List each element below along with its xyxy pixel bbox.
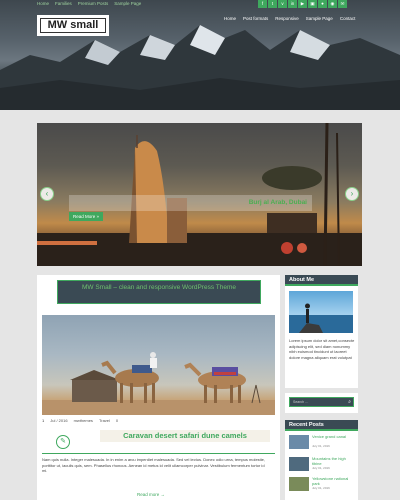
widget-title-about: About Me: [285, 275, 358, 286]
recent-date: July 01, 2016: [312, 486, 330, 490]
nav-responsive[interactable]: Responsive: [275, 16, 299, 21]
feed-icon[interactable]: ◉: [328, 0, 337, 8]
widget-about-me: About Me Lorem ipsum dolor sit amet,cons…: [285, 275, 358, 388]
slide-caption-text[interactable]: Burj al Arab, Dubai: [249, 199, 307, 206]
topnav-families[interactable]: Families: [55, 1, 72, 6]
slider-next-button[interactable]: ›: [345, 187, 359, 201]
flickr-icon[interactable]: ●: [318, 0, 327, 8]
nav-home[interactable]: Home: [224, 16, 236, 21]
recent-post-item[interactable]: Mountains the high tibine July 01, 2016: [289, 456, 356, 473]
about-text: Lorem ipsum dolor sit amet,consecte adip…: [289, 338, 355, 360]
recent-thumb: [289, 435, 309, 449]
post-read-more-link[interactable]: Read more →: [137, 492, 165, 497]
topnav-home[interactable]: Home: [37, 1, 49, 6]
site-logo[interactable]: MW small: [37, 15, 109, 36]
post-excerpt: Nam quis nulla. Integer malesuada. In in…: [42, 457, 266, 473]
vimeo-icon[interactable]: v: [278, 0, 287, 8]
search-input[interactable]: Search … ⌕: [289, 397, 354, 407]
logo-text: MW small: [47, 19, 99, 31]
divider: [42, 453, 275, 454]
post-meta: 1 Jul / 2016 mwthemes Travel 0: [42, 418, 118, 423]
nav-post-formats[interactable]: Post formats: [243, 16, 268, 21]
topnav-sample-page[interactable]: Sample Page: [114, 1, 141, 6]
post-author[interactable]: mwthemes: [74, 418, 93, 423]
recent-date: July 01, 2016: [312, 444, 330, 448]
about-image: [289, 291, 353, 333]
post-date: Jul / 2016: [50, 418, 68, 423]
post-headline: Caravan desert safari dune camels: [100, 430, 270, 442]
slider-prev-button[interactable]: ‹: [40, 187, 54, 201]
post-category[interactable]: Travel: [99, 418, 110, 423]
linkedin-icon[interactable]: in: [288, 0, 297, 8]
twitter-icon[interactable]: t: [268, 0, 277, 8]
post-day: 1: [42, 418, 45, 423]
camels-image: [42, 352, 275, 415]
mail-icon[interactable]: ✉: [338, 0, 347, 8]
post-format-icon: ✎: [56, 435, 70, 449]
post-box-title[interactable]: MW Small – clean and responsive WordPres…: [58, 281, 260, 292]
recent-title[interactable]: Mountains the high tibine: [312, 456, 356, 466]
recent-post-item[interactable]: Venice grand canal July 01, 2016: [289, 434, 356, 451]
main-navigation: Home Post formats Responsive Sample Page…: [224, 16, 355, 21]
site-header: Home Families Premium Posts Sample Page …: [0, 0, 400, 110]
slide-caption: Burj al Arab, Dubai: [69, 195, 312, 211]
recent-title[interactable]: Yellowstone national park: [312, 476, 356, 486]
search-placeholder: Search …: [293, 400, 309, 404]
search-icon[interactable]: ⌕: [348, 398, 351, 406]
recent-post-item[interactable]: Yellowstone national park July 01, 2016: [289, 476, 356, 493]
youtube-icon[interactable]: ▶: [298, 0, 307, 8]
widget-search: Search … ⌕: [285, 393, 358, 413]
widget-title-recent: Recent Posts: [285, 420, 358, 431]
top-navigation: Home Families Premium Posts Sample Page: [37, 1, 141, 6]
featured-slider: ‹ › Burj al Arab, Dubai Read More »: [37, 123, 362, 266]
post-comments[interactable]: 0: [116, 418, 118, 423]
nav-sample-page[interactable]: Sample Page: [306, 16, 333, 21]
post-headline-text[interactable]: Caravan desert safari dune camels: [123, 431, 247, 440]
slide-read-more-button[interactable]: Read More »: [69, 212, 104, 221]
nav-contact[interactable]: Contact: [340, 16, 356, 21]
recent-title[interactable]: Venice grand canal: [312, 434, 356, 440]
topnav-premium-posts[interactable]: Premium Posts: [78, 1, 109, 6]
recent-date: July 01, 2016: [312, 466, 330, 470]
recent-thumb: [289, 457, 309, 471]
post-featured-image[interactable]: [42, 315, 275, 415]
post-title-box: MW Small – clean and responsive WordPres…: [57, 280, 261, 304]
main-content: MW Small – clean and responsive WordPres…: [37, 275, 280, 500]
facebook-icon[interactable]: f: [258, 0, 267, 8]
instagram-icon[interactable]: ▣: [308, 0, 317, 8]
widget-recent-posts: Recent Posts Venice grand canal July 01,…: [285, 420, 358, 500]
recent-thumb: [289, 477, 309, 491]
social-icons: f t v in ▶ ▣ ● ◉ ✉: [258, 0, 347, 8]
